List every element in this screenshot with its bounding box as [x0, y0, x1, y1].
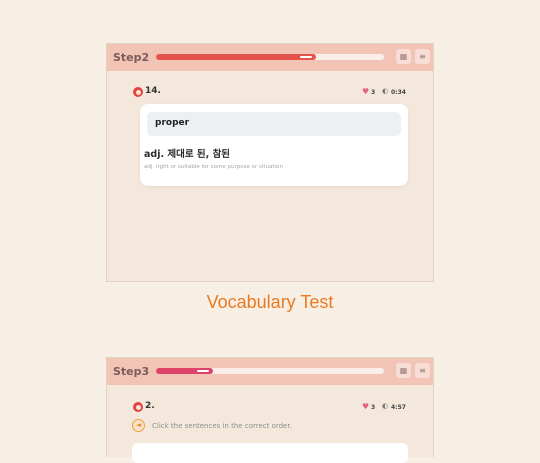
heart-icon: ♥ — [362, 87, 370, 96]
step-label: Step2 — [113, 51, 150, 64]
progress-bar — [156, 368, 384, 374]
progress-marker — [197, 370, 209, 372]
heart-icon: ♥ — [362, 402, 370, 411]
question-number: 14. — [145, 86, 161, 96]
step3-header: Step3 ▦ ≡ — [107, 358, 433, 385]
progress-marker — [300, 56, 312, 58]
progress-fill — [156, 54, 316, 60]
meaning-korean: adj. 제대로 된, 참된 — [144, 149, 231, 160]
timer-value: 4:57 — [391, 404, 406, 411]
timer-icon: ◐ — [382, 87, 389, 95]
meaning-english: adj. right or suitable for some purpose … — [144, 164, 283, 170]
sentence-card[interactable] — [132, 443, 408, 463]
question-number-icon — [133, 402, 143, 412]
step-label: Step3 — [113, 365, 150, 378]
instruction-text: Click the sentences in the correct order… — [152, 422, 292, 430]
grid-icon[interactable]: ▦ — [396, 49, 411, 64]
grid-icon[interactable]: ▦ — [396, 363, 411, 378]
lives-count: 3 — [371, 404, 376, 411]
speaker-icon[interactable]: ◄ — [132, 419, 145, 432]
step3-panel: Step3 ▦ ≡ 2. ♥ 3 ◐ 4:57 ◄ Click the sent… — [106, 357, 434, 463]
vocab-card[interactable]: proper adj. 제대로 된, 참된 adj. right or suit… — [140, 104, 408, 186]
vocab-word: proper — [155, 118, 190, 128]
list-icon[interactable]: ≡ — [415, 49, 430, 64]
section-title: Vocabulary Test — [206, 292, 334, 312]
timer-value: 0:34 — [391, 89, 406, 96]
question-number: 2. — [145, 401, 155, 411]
list-icon[interactable]: ≡ — [415, 363, 430, 378]
word-box: proper — [147, 112, 401, 136]
question-number-icon — [133, 87, 143, 97]
step2-header: Step2 ▦ ≡ — [107, 44, 433, 71]
progress-bar — [156, 54, 384, 60]
lives-count: 3 — [371, 89, 376, 96]
timer-icon: ◐ — [382, 402, 389, 410]
step2-panel: Step2 ▦ ≡ 14. ♥ 3 ◐ 0:34 proper adj. 제대로… — [106, 43, 434, 282]
